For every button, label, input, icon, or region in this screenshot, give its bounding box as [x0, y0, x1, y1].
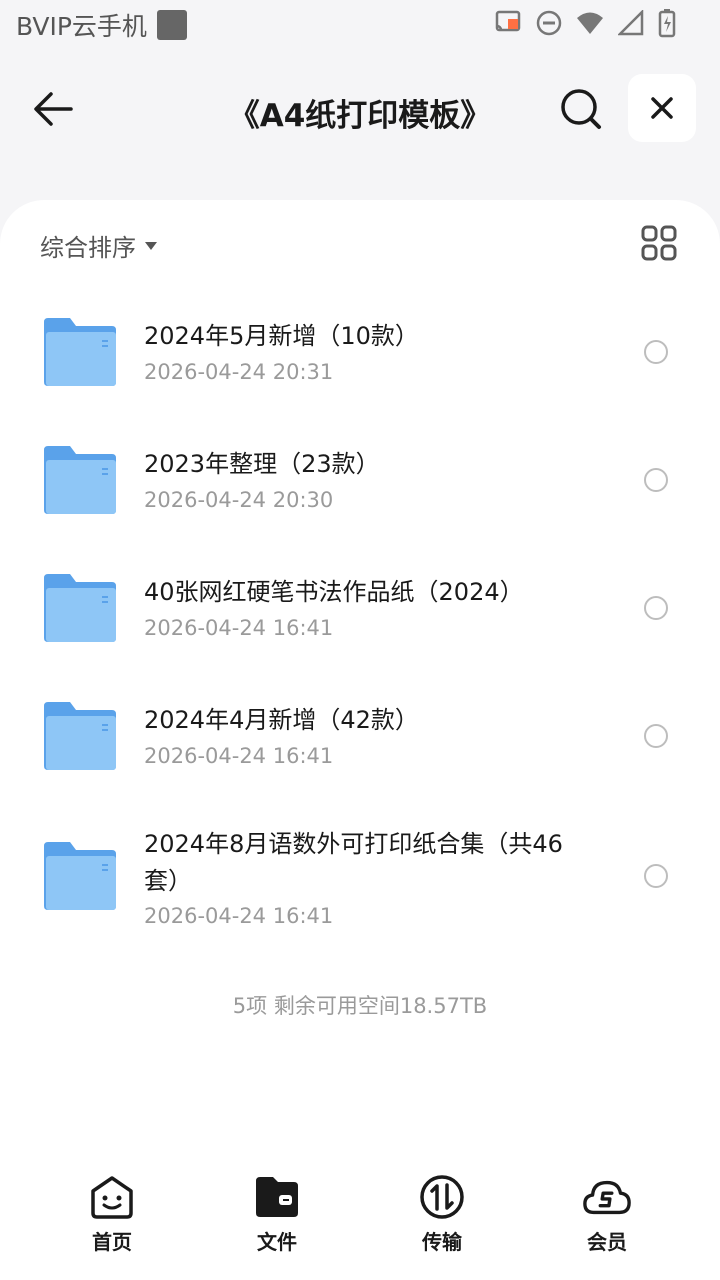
file-date: 2026-04-24 16:41 — [144, 904, 334, 928]
file-name: 2024年4月新增（42款） — [144, 706, 419, 734]
cast-icon — [495, 10, 521, 32]
storage-summary: 5项 剩余可用空间18.57TB — [232, 994, 488, 1018]
folder-icon — [44, 318, 116, 386]
nav-vip-label: 会员 — [587, 1230, 627, 1254]
select-checkbox[interactable] — [644, 596, 668, 620]
file-date: 2026-04-24 16:41 — [144, 616, 334, 640]
caret-down-icon — [145, 241, 157, 250]
transfer-icon — [420, 1175, 464, 1219]
file-name: 40张网红硬笔书法作品纸（2024） — [144, 578, 524, 606]
select-checkbox[interactable] — [644, 864, 668, 888]
file-name: 2024年5月新增（10款） — [144, 322, 419, 350]
nav-files[interactable]: 文件 — [227, 1172, 327, 1255]
file-name: 2023年整理（23款） — [144, 450, 380, 478]
file-row[interactable]: 2024年4月新增（42款） 2026-04-24 16:41 — [0, 694, 720, 790]
file-row[interactable]: 2024年5月新增（10款） 2026-04-24 20:31 — [0, 310, 720, 406]
nav-transfer[interactable]: 传输 — [392, 1172, 492, 1255]
close-button[interactable] — [628, 74, 696, 142]
file-name: 2024年8月语数外可打印纸合集（共46套） — [144, 830, 563, 895]
close-icon — [651, 97, 673, 119]
file-date: 2026-04-24 16:41 — [144, 744, 334, 768]
battery-icon — [658, 9, 676, 38]
notification-icon — [156, 10, 187, 40]
do-not-disturb-icon — [536, 10, 562, 36]
file-row[interactable]: 40张网红硬笔书法作品纸（2024） 2026-04-24 16:41 — [0, 566, 720, 662]
file-row[interactable]: 2024年8月语数外可打印纸合集（共46套） 2026-04-24 16:41 — [0, 822, 720, 942]
folder-icon — [44, 842, 116, 910]
file-date: 2026-04-24 20:31 — [144, 360, 334, 384]
cloud-vip-icon — [583, 1180, 631, 1215]
nav-home-label: 首页 — [92, 1230, 132, 1254]
nav-home[interactable]: 首页 — [62, 1172, 162, 1255]
nav-transfer-label: 传输 — [422, 1230, 462, 1254]
wifi-icon — [577, 12, 603, 34]
file-date: 2026-04-24 20:30 — [144, 488, 334, 512]
search-button[interactable] — [556, 86, 606, 132]
grid-icon — [641, 225, 677, 261]
grid-view-button[interactable] — [640, 224, 680, 264]
file-row[interactable]: 2023年整理（23款） 2026-04-24 20:30 — [0, 438, 720, 534]
folder-icon — [44, 702, 116, 770]
folder-wallet-icon — [256, 1177, 298, 1217]
file-list-panel: 综合排序 2024年5月新增（10款） 2026-04-24 20:31 202 — [0, 200, 720, 1280]
page-title: 《A4纸打印模板》 — [228, 98, 492, 134]
bottom-nav: 首页 文件 传输 会员 — [0, 1172, 720, 1280]
search-icon — [561, 89, 601, 129]
select-checkbox[interactable] — [644, 468, 668, 492]
carrier-label: BVIP云手机 — [16, 12, 147, 41]
sort-dropdown[interactable]: 综合排序 — [40, 228, 158, 263]
sort-label: 综合排序 — [40, 234, 136, 262]
select-checkbox[interactable] — [644, 724, 668, 748]
folder-icon — [44, 446, 116, 514]
signal-icon — [618, 10, 644, 36]
home-face-icon — [91, 1176, 133, 1219]
select-checkbox[interactable] — [644, 340, 668, 364]
top-bar: 《A4纸打印模板》 — [0, 74, 720, 144]
status-bar: BVIP云手机 — [0, 0, 720, 50]
folder-icon — [44, 574, 116, 642]
nav-vip[interactable]: 会员 — [557, 1172, 657, 1255]
nav-files-label: 文件 — [257, 1230, 297, 1254]
